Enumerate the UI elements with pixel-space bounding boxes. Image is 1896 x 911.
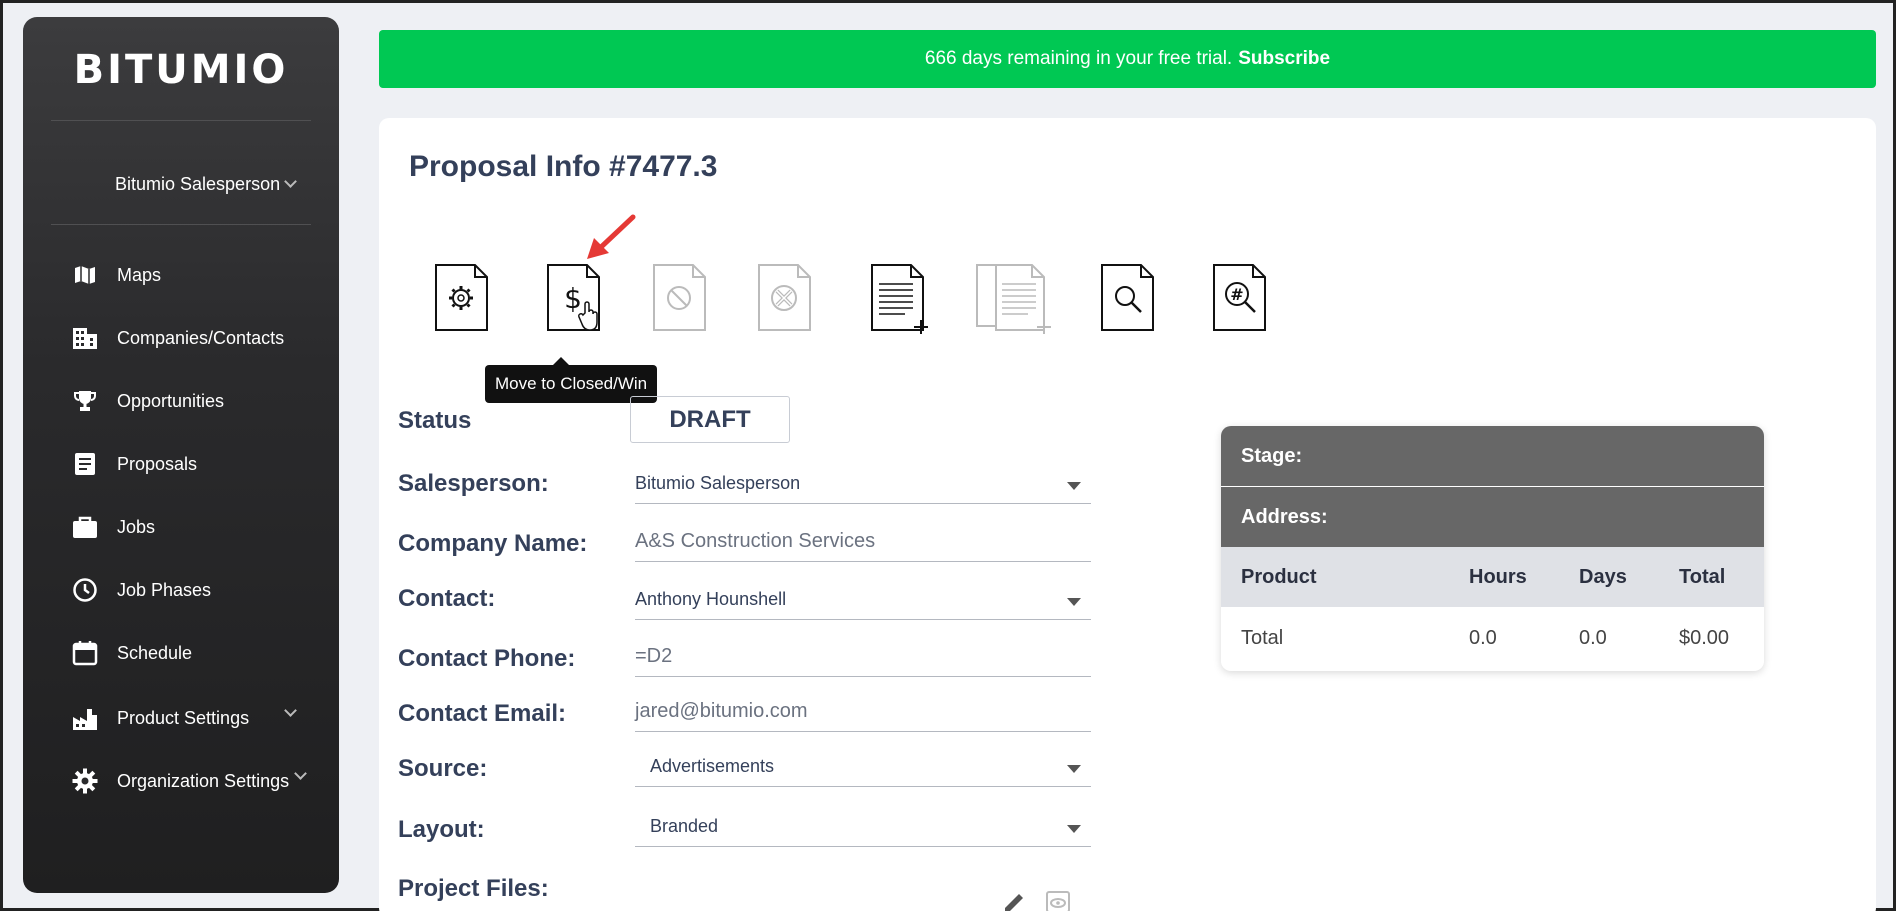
subscribe-link[interactable]: Subscribe: [1238, 48, 1330, 70]
contact-value: Anthony Hounshell: [635, 589, 787, 609]
dropdown-arrow-icon: [1067, 482, 1081, 490]
layout-label: Layout:: [398, 816, 485, 843]
salesperson-label: Salesperson:: [398, 470, 549, 497]
total-days-cell: 0.0: [1579, 626, 1607, 649]
stage-row: Stage:: [1221, 426, 1764, 486]
table-row: Total 0.0 0.0 $0.00: [1221, 608, 1764, 668]
calendar-icon: [71, 639, 99, 667]
sidebar-item-jobs[interactable]: Jobs: [71, 505, 319, 549]
sidebar-item-opportunities[interactable]: Opportunities: [71, 379, 319, 423]
sidebar-item-label: Companies/Contacts: [117, 327, 285, 348]
svg-text:$: $: [564, 282, 582, 315]
contact-label: Contact:: [398, 585, 496, 612]
user-name: Bitumio Salesperson: [115, 174, 281, 194]
cancel-proposal-icon[interactable]: [649, 260, 711, 336]
briefcase-icon: [71, 513, 99, 541]
total-hours-cell: 0.0: [1469, 626, 1497, 649]
chevron-down-icon: [294, 767, 307, 780]
sidebar: BITUMIO Bitumio Salesperson Maps Compani…: [23, 17, 339, 893]
contact-email-label: Contact Email:: [398, 700, 567, 727]
contact-select[interactable]: Anthony Hounshell: [635, 580, 1091, 620]
trophy-icon: [71, 387, 99, 415]
annotation-arrow: [587, 214, 636, 259]
delete-proposal-icon[interactable]: [754, 260, 816, 336]
dropdown-arrow-icon: [1067, 765, 1081, 773]
new-document-icon[interactable]: [867, 260, 929, 336]
sidebar-divider: [51, 224, 311, 225]
map-icon: [71, 261, 99, 289]
layout-value: Branded: [650, 816, 719, 836]
status-badge: DRAFT: [630, 396, 790, 443]
salesperson-value: Bitumio Salesperson: [635, 473, 801, 493]
table-header-row: Product Hours Days Total: [1221, 547, 1764, 607]
sidebar-item-label: Maps: [117, 264, 162, 285]
document-icon: [71, 450, 99, 478]
trial-banner: 666 days remaining in your free trial. S…: [379, 30, 1876, 88]
page-title: Proposal Info #7477.3: [409, 150, 718, 183]
layout-select[interactable]: Branded: [635, 807, 1091, 847]
search-number-icon[interactable]: #: [1209, 260, 1271, 336]
sidebar-item-label: Organization Settings: [117, 770, 290, 791]
total-label-cell: Total: [1241, 626, 1284, 649]
edit-pencil-icon[interactable]: [1001, 888, 1027, 911]
column-header-days: Days: [1579, 565, 1627, 588]
proposal-summary-panel: Stage: Address: Product Hours Days Total…: [1221, 426, 1764, 671]
sidebar-item-label: Opportunities: [117, 390, 225, 411]
preview-document-icon[interactable]: [1097, 260, 1159, 336]
dropdown-arrow-icon: [1067, 598, 1081, 606]
sidebar-item-label: Jobs: [117, 516, 156, 537]
duplicate-document-icon[interactable]: [974, 260, 1054, 336]
address-row: Address:: [1221, 487, 1764, 547]
chevron-down-icon: [284, 175, 297, 188]
sidebar-item-companies-contacts[interactable]: Companies/Contacts: [71, 316, 319, 360]
trial-text: 666 days remaining in your free trial.: [924, 48, 1233, 69]
column-header-total: Total: [1679, 565, 1726, 588]
contact-email-field[interactable]: jared@bitumio.com: [635, 692, 1091, 732]
dropdown-arrow-icon: [1067, 825, 1081, 833]
column-header-product: Product: [1241, 565, 1317, 588]
sidebar-item-label: Job Phases: [117, 579, 212, 600]
clock-icon: [71, 576, 99, 604]
building-icon: [71, 324, 99, 352]
company-name-field[interactable]: A&S Construction Services: [635, 522, 1091, 562]
project-files-label: Project Files:: [398, 875, 549, 902]
chevron-down-icon: [284, 704, 297, 717]
sidebar-item-maps[interactable]: Maps: [71, 253, 319, 297]
view-eye-icon[interactable]: [1045, 888, 1071, 911]
source-label: Source:: [398, 755, 488, 782]
sidebar-item-label: Product Settings: [117, 707, 250, 728]
sidebar-item-job-phases[interactable]: Job Phases: [71, 568, 319, 612]
sidebar-item-product-settings[interactable]: Product Settings: [71, 696, 319, 740]
sidebar-item-organization-settings[interactable]: Organization Settings: [71, 759, 319, 803]
svg-text:#: #: [1230, 285, 1243, 304]
sidebar-item-label: Proposals: [117, 453, 198, 474]
company-name-label: Company Name:: [398, 530, 588, 557]
factory-icon: [71, 704, 99, 732]
proposal-card: Proposal Info #7477.3 $ # Move to Closed…: [379, 118, 1876, 911]
sidebar-divider: [51, 120, 311, 121]
salesperson-select[interactable]: Bitumio Salesperson: [635, 464, 1091, 504]
contact-phone-label: Contact Phone:: [398, 645, 576, 672]
sidebar-item-proposals[interactable]: Proposals: [71, 442, 319, 486]
gear-icon: [71, 767, 99, 795]
contact-phone-field[interactable]: =D2: [635, 637, 1091, 677]
total-amount-cell: $0.00: [1679, 626, 1730, 649]
status-label: Status: [398, 407, 472, 434]
sidebar-item-label: Schedule: [117, 642, 193, 663]
proposal-settings-icon[interactable]: [431, 260, 493, 336]
sidebar-item-schedule[interactable]: Schedule: [71, 631, 319, 675]
source-value: Advertisements: [650, 756, 775, 776]
column-header-hours: Hours: [1469, 565, 1527, 588]
stage-label: Stage:: [1241, 444, 1303, 467]
user-menu[interactable]: Bitumio Salesperson: [115, 174, 297, 195]
address-label: Address:: [1241, 505, 1328, 528]
bitumio-logo[interactable]: BITUMIO: [23, 47, 339, 93]
source-select[interactable]: Advertisements: [635, 747, 1091, 787]
